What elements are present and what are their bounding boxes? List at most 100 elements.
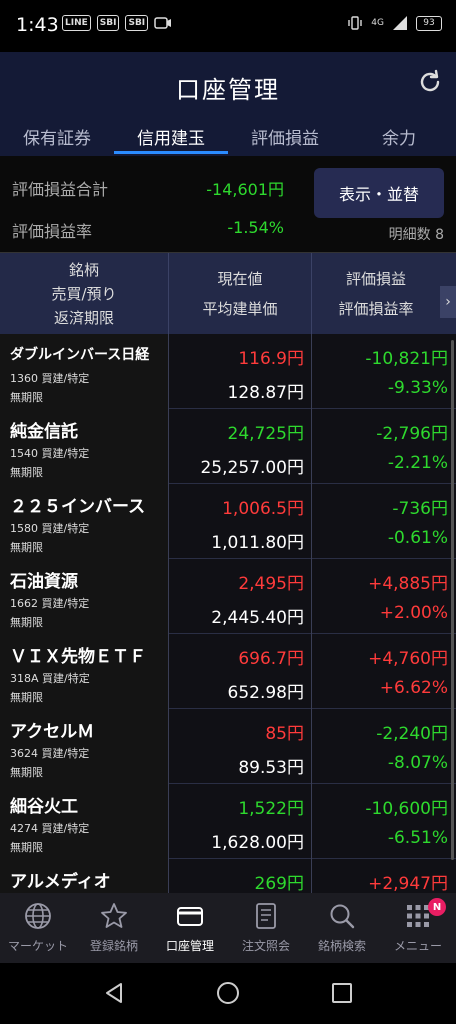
- total-pl-value: -14,601円: [206, 180, 284, 199]
- pl-rate: -0.61%: [387, 528, 448, 548]
- pl-rate: +2.00%: [379, 603, 448, 623]
- notification-badge: N: [428, 898, 446, 916]
- recents-icon[interactable]: [330, 981, 354, 1005]
- table-row[interactable]: ダブルインバース日経 1360 買建/特定 無期限 116.9円 128.87円…: [0, 334, 456, 409]
- column-label-trade-type: 売買/預り: [51, 285, 117, 303]
- nav-label: メニュー: [393, 939, 442, 953]
- pl-rate: -8.07%: [387, 753, 448, 773]
- sbi-app-icon: SBI: [96, 15, 120, 31]
- column-label-current-price: 現在値: [217, 270, 263, 288]
- home-icon[interactable]: [216, 981, 240, 1005]
- nav-account[interactable]: 口座管理: [152, 893, 228, 963]
- pl-rate: -9.33%: [387, 378, 448, 398]
- stock-code-trade: 3624 買建/特定: [10, 747, 90, 760]
- table-row[interactable]: 石油資源 1662 買建/特定 無期限 2,495円 2,445.40円 +4,…: [0, 559, 456, 634]
- column-price: 現在値 平均建単価: [169, 253, 311, 335]
- system-navigation-bar: [0, 963, 456, 1024]
- bottom-navigation: マーケット 登録銘柄 口座管理 注文照会 銘柄検索 N メニュー: [0, 893, 456, 963]
- status-time: 1:43: [16, 14, 59, 36]
- current-price: 1,522円: [238, 799, 304, 819]
- repay-term: 無期限: [10, 466, 43, 479]
- star-icon: [101, 903, 127, 928]
- pl-value: +4,885円: [368, 574, 448, 594]
- stock-name: 石油資源: [10, 572, 78, 592]
- avg-price: 652.98円: [227, 683, 304, 703]
- refresh-icon[interactable]: [416, 68, 444, 96]
- stock-code-trade: 4274 買建/特定: [10, 822, 90, 835]
- pl-value: -2,796円: [376, 424, 448, 444]
- current-price: 2,495円: [238, 574, 304, 594]
- stock-code-trade: 1360 買建/特定: [10, 372, 90, 385]
- back-icon[interactable]: [102, 981, 126, 1005]
- stock-name: ２２５インバース: [10, 497, 146, 517]
- nav-market[interactable]: マーケット: [0, 893, 76, 963]
- column-label-stock: 銘柄: [68, 261, 99, 279]
- battery-icon: 93: [416, 15, 442, 31]
- tab-holdings[interactable]: 保有証券: [0, 114, 114, 156]
- pl-value: -2,240円: [376, 724, 448, 744]
- table-row[interactable]: アクセルＭ 3624 買建/特定 無期限 85円 89.53円 -2,240円 …: [0, 709, 456, 784]
- pl-value: +2,947円: [368, 874, 448, 894]
- pl-rate-value: -1.54%: [227, 218, 284, 237]
- pl-rate: -2.21%: [387, 453, 448, 473]
- column-stock: 銘柄 売買/預り 返済期限: [0, 253, 168, 335]
- current-price: 1,006.5円: [222, 499, 304, 519]
- pl-value: -736円: [392, 499, 448, 519]
- search-icon: [330, 904, 355, 929]
- line-app-icon: LINE: [62, 15, 91, 31]
- tab-margin-positions[interactable]: 信用建玉: [114, 114, 228, 156]
- detail-count: 明細数 8: [388, 227, 444, 243]
- repay-term: 無期限: [10, 541, 43, 554]
- avg-price: 1,628.00円: [211, 833, 304, 853]
- avg-price: 1,011.80円: [211, 533, 304, 553]
- nav-label: 登録銘柄: [89, 939, 138, 953]
- stock-name: アルメディオ: [10, 872, 111, 892]
- network-type: 4G: [371, 18, 384, 28]
- stock-name: 純金信託: [10, 422, 78, 442]
- tab-buying-power[interactable]: 余力: [342, 114, 456, 156]
- expand-columns-chevron-icon[interactable]: ›: [440, 286, 456, 318]
- notification-icons: LINE SBI SBI: [62, 15, 172, 31]
- table-row[interactable]: 純金信託 1540 買建/特定 無期限 24,725円 25,257.00円 -…: [0, 409, 456, 484]
- current-price: 24,725円: [227, 424, 304, 444]
- nav-label: マーケット: [7, 939, 68, 953]
- nav-label: 銘柄検索: [317, 939, 366, 953]
- document-icon: [256, 903, 276, 929]
- column-pl: 評価損益 評価損益率: [312, 253, 440, 335]
- status-bar: 1:43 LINE SBI SBI 4G 93: [0, 0, 456, 52]
- repay-term: 無期限: [10, 841, 43, 854]
- summary-panel: 評価損益合計 -14,601円 評価損益率 -1.54% 表示・並替 明細数 8: [0, 156, 456, 252]
- nav-label: 口座管理: [165, 939, 214, 953]
- stock-name: ＶＩＸ先物ＥＴＦ: [10, 647, 146, 667]
- vibrate-icon: [348, 16, 362, 30]
- nav-menu[interactable]: N メニュー: [380, 893, 456, 963]
- list-scrollbar[interactable]: [451, 340, 454, 860]
- table-row[interactable]: ２２５インバース 1580 買建/特定 無期限 1,006.5円 1,011.8…: [0, 484, 456, 559]
- page-title: 口座管理: [176, 76, 280, 104]
- nav-stock-search[interactable]: 銘柄検索: [304, 893, 380, 963]
- pl-value: +4,760円: [368, 649, 448, 669]
- column-label-due: 返済期限: [53, 309, 114, 327]
- stock-code-trade: 1540 買建/特定: [10, 447, 90, 460]
- nav-label: 注文照会: [241, 939, 290, 953]
- repay-term: 無期限: [10, 391, 43, 404]
- tab-valuation[interactable]: 評価損益: [228, 114, 342, 156]
- repay-term: 無期限: [10, 616, 43, 629]
- nav-watchlist[interactable]: 登録銘柄: [76, 893, 152, 963]
- pl-rate: -6.51%: [387, 828, 448, 848]
- pl-value: -10,600円: [365, 799, 448, 819]
- nav-orders[interactable]: 注文照会: [228, 893, 304, 963]
- display-sort-button[interactable]: 表示・並替: [314, 168, 444, 218]
- stock-name: ダブルインバース日経: [10, 347, 150, 363]
- avg-price: 25,257.00円: [200, 458, 304, 478]
- current-price: 269円: [254, 874, 304, 894]
- sbi-app-icon-2: SBI: [125, 15, 149, 31]
- pl-rate-label: 評価損益率: [12, 222, 93, 241]
- signal-icon: [393, 16, 407, 30]
- globe-icon: [25, 903, 51, 929]
- column-label-avg-price: 平均建単価: [202, 300, 278, 318]
- table-row[interactable]: ＶＩＸ先物ＥＴＦ 318A 買建/特定 無期限 696.7円 652.98円 +…: [0, 634, 456, 709]
- avg-price: 89.53円: [238, 758, 304, 778]
- total-pl-label: 評価損益合計: [12, 180, 109, 199]
- table-row[interactable]: 細谷火工 4274 買建/特定 無期限 1,522円 1,628.00円 -10…: [0, 784, 456, 859]
